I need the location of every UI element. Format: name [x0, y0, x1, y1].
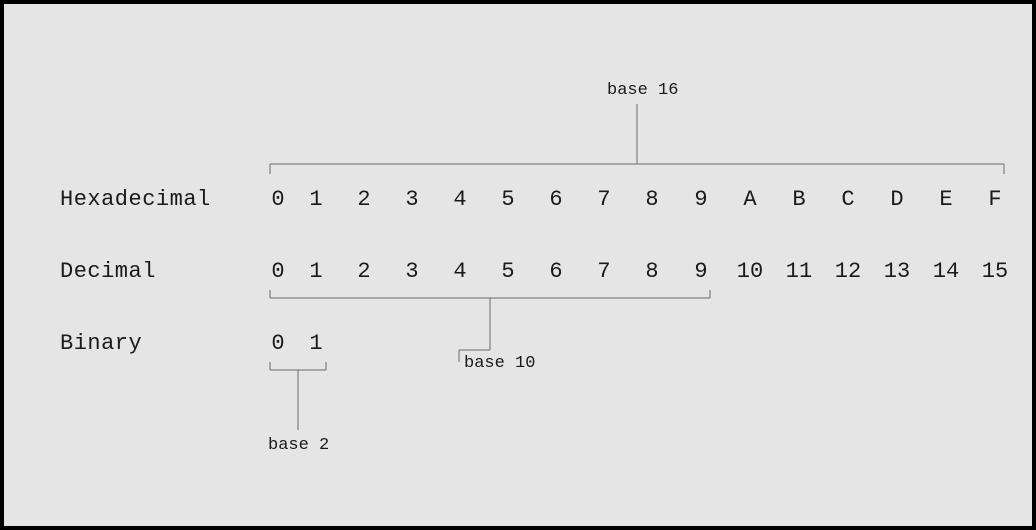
dec-digit: 14: [930, 259, 962, 284]
hex-digit: 3: [396, 187, 428, 212]
dec-digit: 0: [262, 259, 294, 284]
dec-digit: 1: [300, 259, 332, 284]
dec-digit: 15: [979, 259, 1011, 284]
hex-digit: 8: [636, 187, 668, 212]
annotation-base10: base 10: [464, 354, 535, 373]
hex-digit: C: [832, 187, 864, 212]
dec-digit: 6: [540, 259, 572, 284]
row-label-dec: Decimal: [60, 259, 156, 284]
dec-digit: 7: [588, 259, 620, 284]
hex-digit: F: [979, 187, 1011, 212]
annotation-base16: base 16: [607, 81, 678, 100]
hex-digit: 1: [300, 187, 332, 212]
hex-digit: B: [783, 187, 815, 212]
row-label-hex: Hexadecimal: [60, 187, 211, 212]
bracket-base16: [270, 104, 1004, 174]
annotation-base2: base 2: [268, 436, 329, 455]
dec-digit: 12: [832, 259, 864, 284]
hex-digit: A: [734, 187, 766, 212]
dec-digit: 13: [881, 259, 913, 284]
hex-digit: 6: [540, 187, 572, 212]
dec-digit: 8: [636, 259, 668, 284]
bracket-base10: [270, 290, 710, 362]
dec-digit: 11: [783, 259, 815, 284]
hex-digit: 0: [262, 187, 294, 212]
hex-digit: 4: [444, 187, 476, 212]
bin-digit: 1: [300, 331, 332, 356]
hex-digit: 5: [492, 187, 524, 212]
dec-digit: 5: [492, 259, 524, 284]
row-label-bin: Binary: [60, 331, 142, 356]
hex-digit: D: [881, 187, 913, 212]
dec-digit: 3: [396, 259, 428, 284]
hex-digit: 9: [685, 187, 717, 212]
bin-digit: 0: [262, 331, 294, 356]
hex-digit: 7: [588, 187, 620, 212]
dec-digit: 10: [734, 259, 766, 284]
bracket-base2: [270, 362, 326, 430]
hex-digit: E: [930, 187, 962, 212]
number-bases-diagram: Hexadecimal Decimal Binary 0 1 2 3 4 5 6…: [0, 0, 1036, 530]
dec-digit: 4: [444, 259, 476, 284]
hex-digit: 2: [348, 187, 380, 212]
dec-digit: 2: [348, 259, 380, 284]
dec-digit: 9: [685, 259, 717, 284]
